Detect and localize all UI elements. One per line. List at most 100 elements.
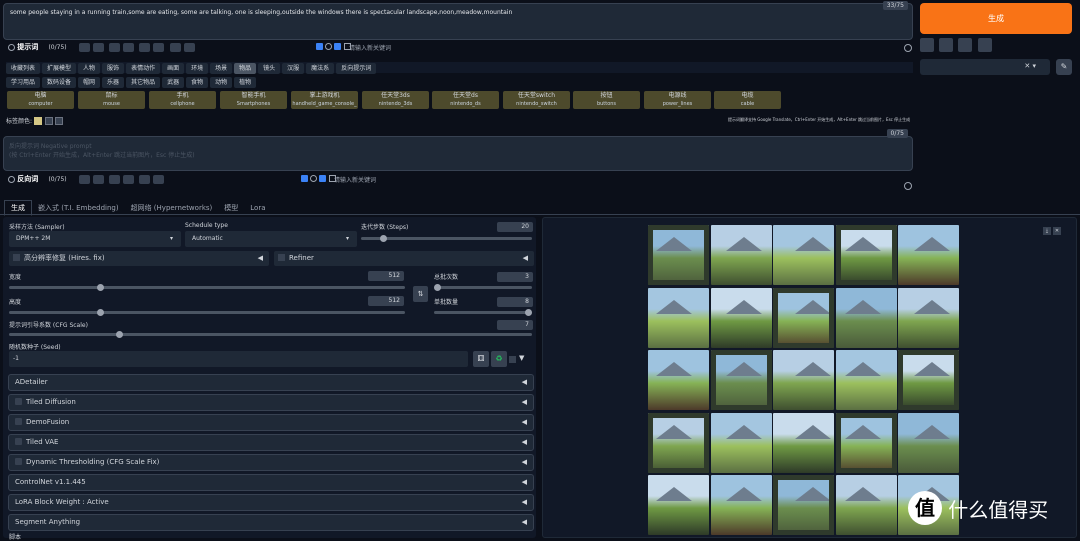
generated-image[interactable] [773, 287, 834, 348]
neg-expand-icon[interactable] [904, 182, 912, 190]
expand-icon[interactable] [904, 44, 912, 52]
accordion-0[interactable]: ADetailer ◀ [8, 374, 534, 391]
generated-image[interactable] [710, 475, 772, 535]
generated-image[interactable] [898, 287, 959, 348]
tag-button[interactable]: 手机 cellphone [149, 91, 216, 109]
tag-button[interactable]: 任天堂ds nintendo_ds [432, 91, 499, 109]
subcategory-tab[interactable]: 食物 [186, 77, 209, 88]
clipboard-icon[interactable] [977, 38, 992, 52]
generate-button[interactable]: 生成 [920, 3, 1072, 34]
color-swatch-2[interactable] [44, 117, 53, 125]
category-tab[interactable]: 画面 [162, 63, 185, 74]
neg-paste-icon[interactable] [123, 174, 135, 184]
subcategory-tab[interactable]: 帽网 [78, 77, 101, 88]
seed-extra-arrow-icon[interactable]: ▼ [519, 354, 524, 362]
generated-image[interactable] [835, 350, 897, 410]
subcategory-tab[interactable]: 动物 [210, 77, 233, 88]
color-swatch-3[interactable] [54, 117, 63, 125]
tag-button[interactable]: 电脑 computer [7, 91, 74, 109]
tag-button[interactable]: 电缆 cable [714, 91, 781, 109]
tag-button[interactable]: 任天堂switch nintendo_switch [503, 91, 570, 109]
generated-image[interactable] [898, 225, 959, 285]
negative-prompt-textarea[interactable]: 反向提示词 Negative prompt (按 Ctrl+Enter 开始生成… [3, 129, 913, 171]
generated-image[interactable] [773, 412, 834, 473]
refiner-row[interactable]: Refiner ◀ [274, 251, 534, 266]
prompt-textarea[interactable]: some people staying in a running train,s… [3, 1, 913, 40]
history-icon[interactable] [139, 42, 151, 52]
undo-icon[interactable] [153, 42, 165, 52]
subcategory-tab[interactable]: 数码设备 [42, 77, 77, 88]
trash-icon[interactable] [169, 42, 181, 52]
category-tab[interactable]: 人物 [78, 63, 101, 74]
accordion-4[interactable]: Dynamic Thresholding (CFG Scale Fix) ◀ [8, 454, 534, 471]
generated-image[interactable] [710, 350, 772, 410]
category-tab[interactable]: 魔法系 [306, 63, 335, 74]
generated-image[interactable] [835, 225, 897, 285]
read-params-icon[interactable] [939, 38, 954, 52]
batch-count-slider[interactable] [434, 284, 532, 291]
cfg-input[interactable]: 7 [497, 320, 533, 330]
batch-count-input[interactable]: 3 [497, 272, 533, 282]
accordion-checkbox[interactable] [15, 458, 22, 465]
accordion-6[interactable]: LoRA Block Weight : Active ◀ [8, 494, 534, 511]
generated-image[interactable] [648, 287, 709, 348]
accordion-2[interactable]: DemoFusion ◀ [8, 414, 534, 431]
accordion-1[interactable]: Tiled Diffusion ◀ [8, 394, 534, 411]
steps-input[interactable]: 20 [497, 222, 533, 232]
tab-2[interactable]: 超网络 (Hypernetworks) [125, 201, 219, 215]
category-tab[interactable]: 环境 [186, 63, 209, 74]
dice-icon[interactable]: ⚅ [473, 351, 489, 367]
tab-1[interactable]: 嵌入式 (T.I. Embedding) [32, 201, 125, 215]
hires-row[interactable]: 高分辨率修复 (Hires. fix) ◀ [9, 251, 269, 266]
generated-image[interactable] [898, 412, 959, 473]
hires-checkbox[interactable] [13, 254, 20, 261]
generated-image[interactable] [773, 225, 834, 285]
category-tab[interactable]: 镜头 [258, 63, 281, 74]
subcategory-tab[interactable]: 植物 [234, 77, 257, 88]
subcategory-tab[interactable]: 乐器 [102, 77, 125, 88]
style-trash-icon[interactable] [958, 38, 973, 52]
generated-image[interactable] [710, 287, 772, 348]
generated-image[interactable] [710, 225, 772, 285]
category-tab[interactable]: 表情动作 [126, 63, 161, 74]
settings-icon[interactable] [92, 42, 104, 52]
cfg-slider[interactable] [9, 331, 532, 338]
arrow-icon[interactable] [920, 38, 934, 52]
neg-copy-icon[interactable] [109, 174, 121, 184]
tag-button[interactable]: 按钮 buttons [573, 91, 640, 109]
tag-button[interactable]: 掌上游戏机 handheld_game_console_ [291, 91, 358, 109]
tab-3[interactable]: 模型 [218, 201, 244, 215]
generated-image[interactable] [773, 475, 834, 535]
category-tab[interactable]: 收藏列表 [6, 63, 41, 74]
category-tab[interactable]: 扩展模型 [42, 63, 77, 74]
generated-image[interactable] [898, 350, 959, 410]
accordion-7[interactable]: Segment Anything ◀ [8, 514, 534, 531]
generated-image[interactable] [648, 225, 709, 285]
seed-extra-checkbox[interactable] [509, 356, 516, 363]
seed-input[interactable]: -1 [9, 351, 468, 367]
sampler-dropdown[interactable]: DPM++ 2M ▾ [9, 231, 181, 247]
batch-size-slider[interactable] [434, 309, 532, 316]
neg-keyword-input[interactable]: 请输入新关键词 [334, 175, 376, 184]
accordion-3[interactable]: Tiled VAE ◀ [8, 434, 534, 451]
cfg-slider-knob[interactable] [115, 331, 123, 338]
clear-x-icon[interactable]: ✕ ▾ [1024, 62, 1036, 70]
generated-image[interactable] [710, 412, 772, 473]
category-tab[interactable]: 物品 [234, 63, 257, 74]
category-tab[interactable]: 汉服 [282, 63, 305, 74]
negative-collapse-icon[interactable] [8, 175, 15, 183]
tag-button[interactable]: 智能手机 Smartphones [220, 91, 287, 109]
category-tab[interactable]: 场景 [210, 63, 233, 74]
swap-dimensions-button[interactable]: ⇅ [413, 286, 428, 302]
neg-trash-icon[interactable] [153, 174, 165, 184]
gear-icon[interactable] [183, 42, 195, 52]
accordion-checkbox[interactable] [15, 438, 22, 445]
width-slider[interactable] [9, 284, 405, 291]
generated-image[interactable] [648, 350, 709, 410]
neg-keyword-toggles[interactable] [301, 175, 336, 184]
height-slider[interactable] [9, 309, 405, 316]
tag-button[interactable]: 任天堂3ds nintendo_3ds [362, 91, 429, 109]
category-tab[interactable]: 服饰 [102, 63, 125, 74]
width-input[interactable]: 512 [368, 271, 404, 281]
gallery-download-icon[interactable]: ⤓ [1043, 227, 1051, 235]
